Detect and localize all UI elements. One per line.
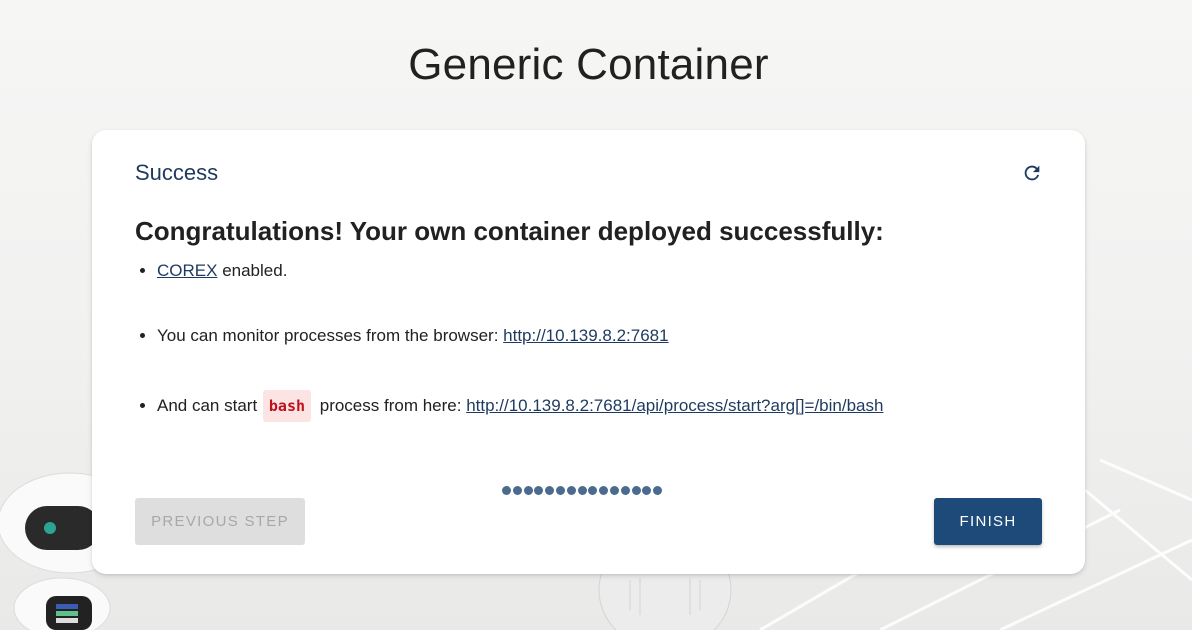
step-dot — [577, 486, 587, 495]
start-text-before: And can start — [157, 396, 262, 415]
step-dot — [523, 486, 533, 495]
list-item-start-process: And can start bash process from here: ht… — [157, 390, 1057, 422]
refresh-button[interactable] — [1020, 161, 1044, 185]
step-dot — [642, 486, 652, 495]
start-text-after: process from here: — [315, 396, 467, 415]
step-dot — [653, 486, 663, 495]
monitor-link[interactable]: http://10.139.8.2:7681 — [503, 326, 668, 345]
step-dot — [555, 486, 565, 495]
corex-status-text: enabled. — [217, 261, 288, 280]
info-list: COREX enabled. You can monitor processes… — [135, 260, 1057, 455]
step-dot — [512, 486, 522, 495]
step-dot — [620, 486, 630, 495]
list-item-corex: COREX enabled. — [157, 260, 1057, 282]
step-dot — [545, 486, 555, 495]
step-dot — [588, 486, 598, 495]
step-progress-dots — [502, 486, 663, 495]
step-dot — [502, 486, 511, 495]
step-dot — [566, 486, 576, 495]
finish-button[interactable]: FINISH — [934, 498, 1042, 545]
list-item-monitor: You can monitor processes from the brows… — [157, 325, 1057, 347]
step-dot — [534, 486, 544, 495]
refresh-icon — [1024, 165, 1040, 181]
previous-step-button[interactable]: PREVIOUS STEP — [135, 498, 305, 545]
success-headline: Congratulations! Your own container depl… — [135, 216, 884, 246]
step-dot — [631, 486, 641, 495]
start-process-link[interactable]: http://10.139.8.2:7681/api/process/start… — [466, 396, 883, 415]
page-title: Generic Container — [408, 40, 769, 89]
corex-link[interactable]: COREX — [157, 261, 217, 280]
monitor-text: You can monitor processes from the brows… — [157, 326, 504, 345]
card-header-title: Success — [135, 160, 219, 185]
step-dot — [609, 486, 619, 495]
bash-code: bash — [262, 390, 312, 422]
wizard-card: Success Congratulations! Your own contai… — [92, 130, 1085, 574]
step-dot — [599, 486, 609, 495]
